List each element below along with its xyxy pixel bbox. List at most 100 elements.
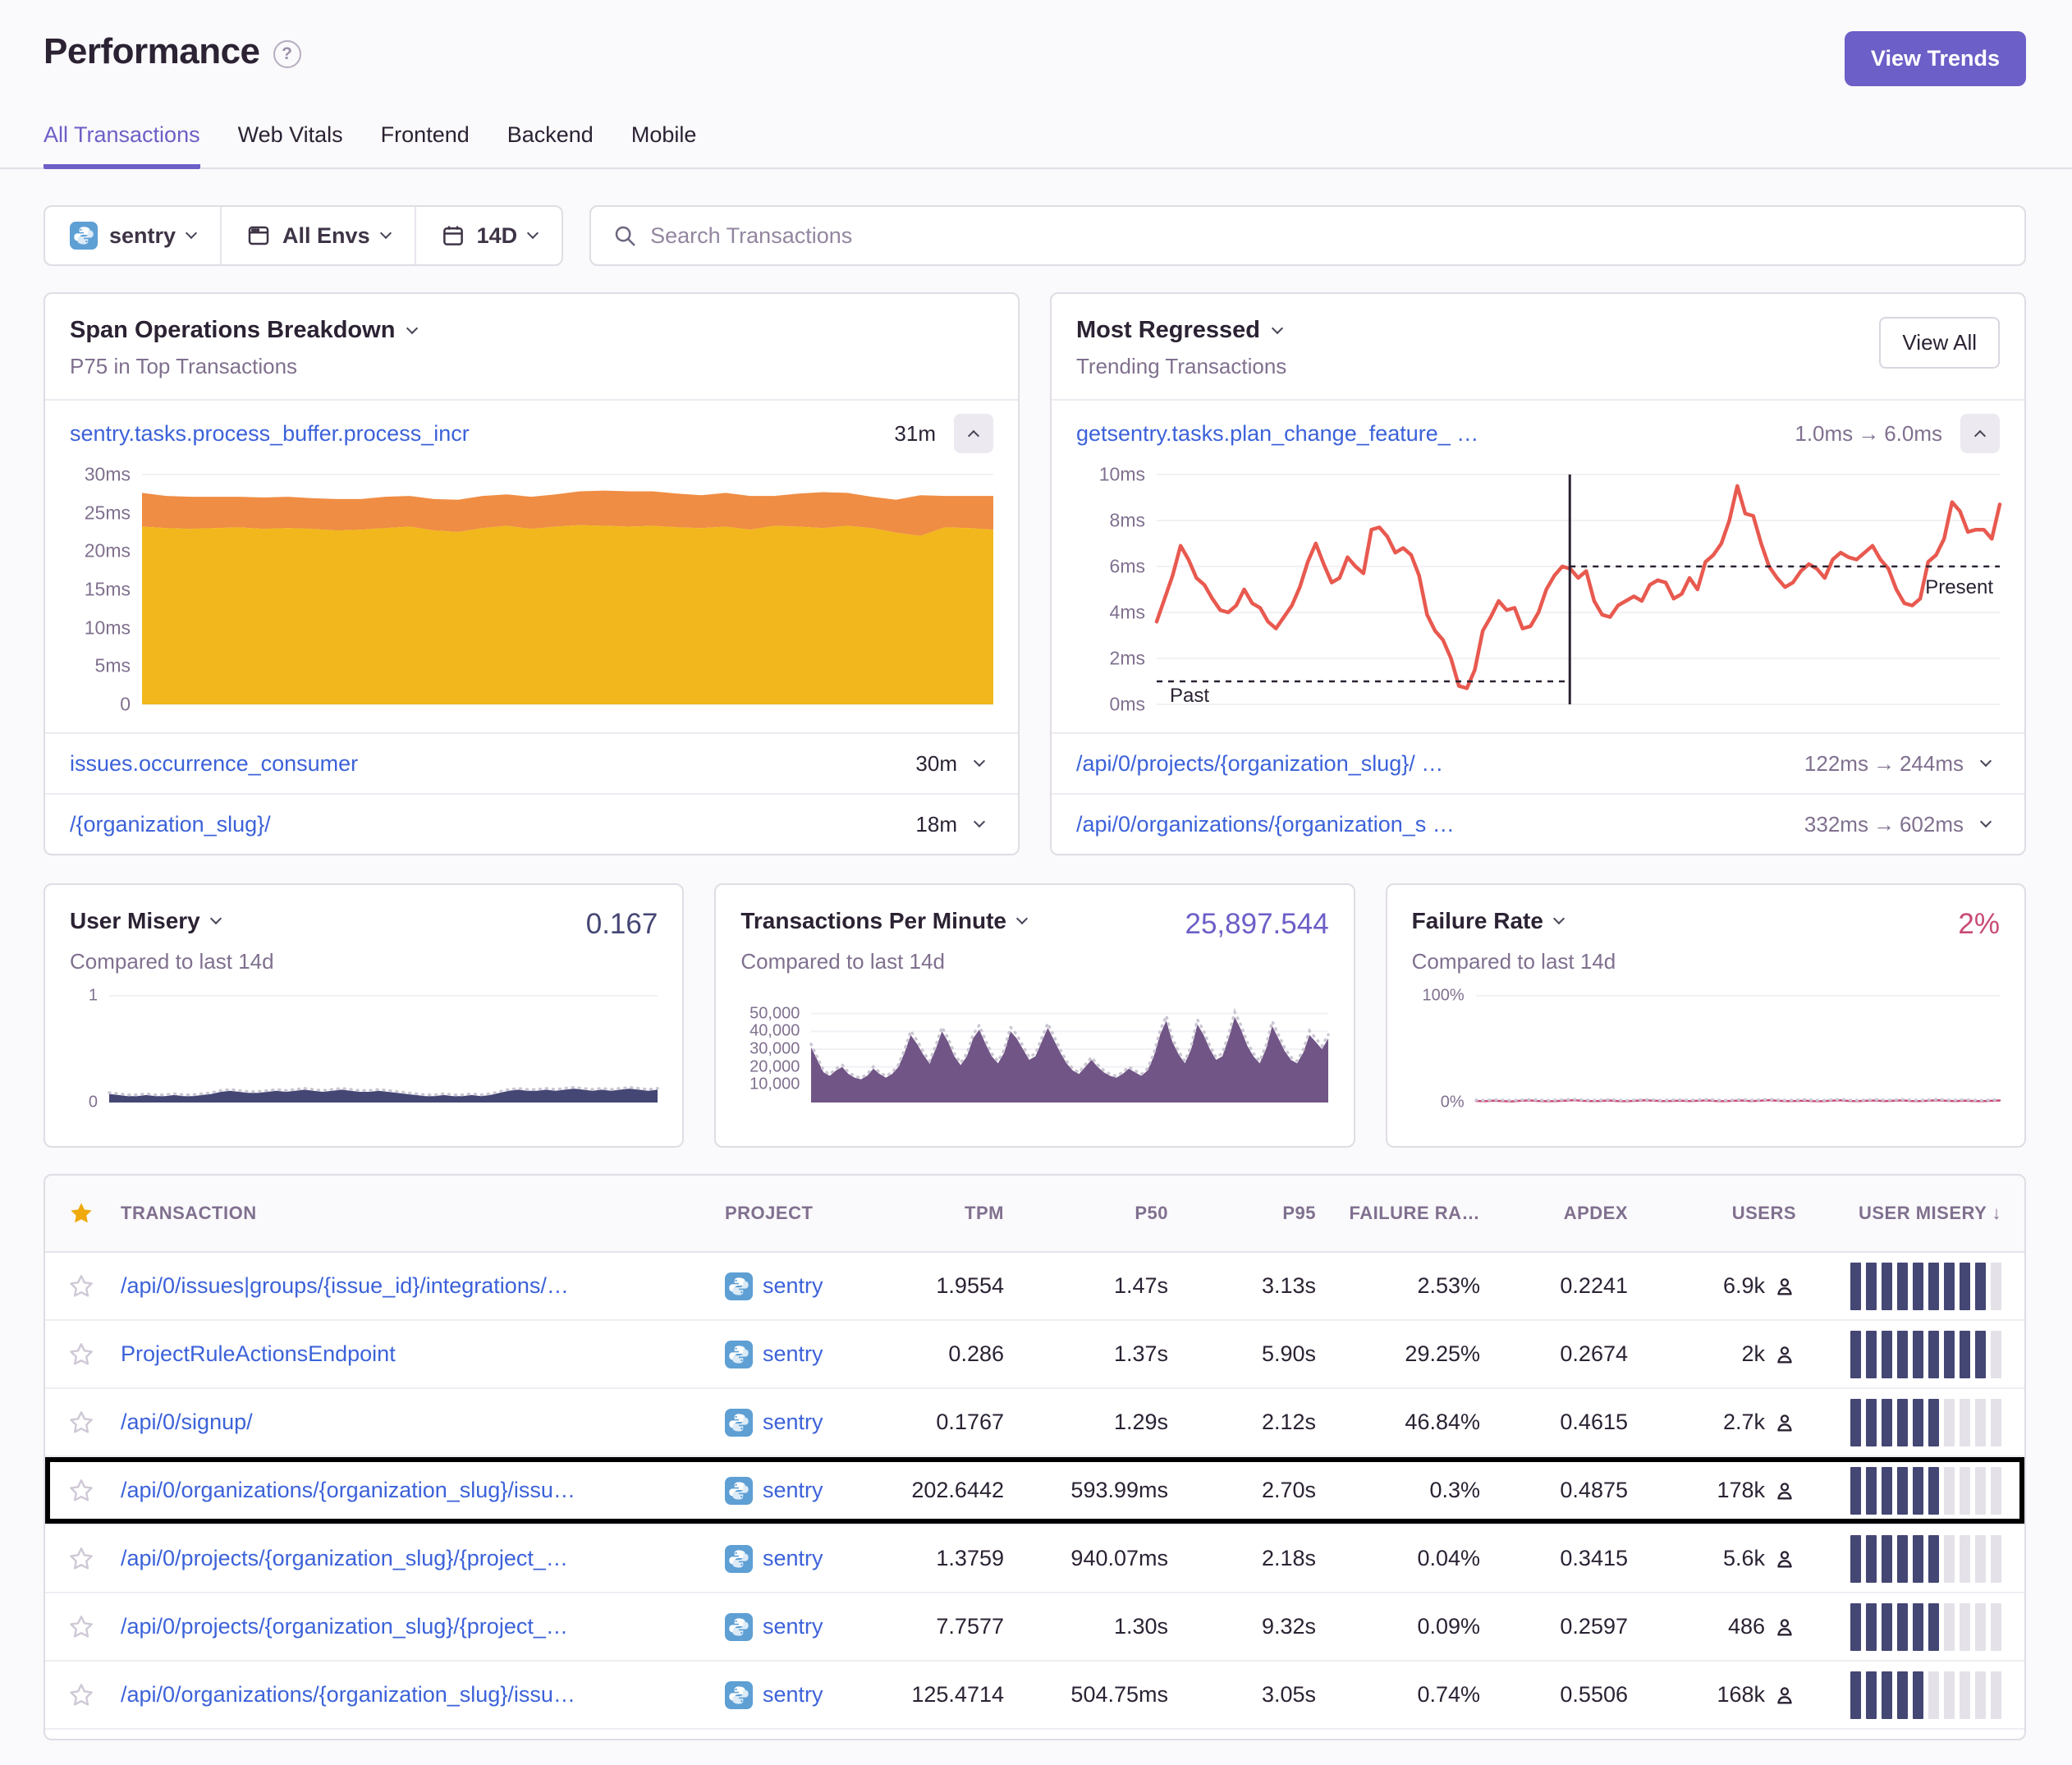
users-count: 2k: [1741, 1341, 1765, 1367]
y-tick: 6ms: [1110, 556, 1145, 578]
transaction-link[interactable]: /api/0/organizations/{organization_slug}…: [121, 1682, 725, 1708]
chevron-down-icon[interactable]: [974, 755, 985, 767]
col-p50[interactable]: P50: [1004, 1203, 1168, 1224]
table-body: /api/0/issues|groups/{issue_id}/integrat…: [45, 1253, 2024, 1740]
user-misery-bars: [1796, 1399, 2001, 1446]
tab-web-vitals[interactable]: Web Vitals: [238, 122, 343, 169]
user-misery-panel: User Misery 0.167 Compared to last 14d 1…: [44, 883, 684, 1148]
tab-mobile[interactable]: Mobile: [631, 122, 697, 169]
col-project[interactable]: PROJECT: [725, 1203, 881, 1224]
p95-value: 2.70s: [1168, 1478, 1316, 1503]
project-link[interactable]: sentry: [763, 1410, 823, 1435]
python-project-icon: [725, 1341, 753, 1368]
project-selector[interactable]: sentry: [45, 207, 220, 264]
python-project-icon: [725, 1545, 753, 1573]
p50-value: 1.37s: [1004, 1341, 1168, 1367]
view-all-button[interactable]: View All: [1879, 317, 2000, 369]
p50-value: 940.07ms: [1004, 1546, 1168, 1571]
table-row[interactable]: /api/0/organizations/{organization_slug}…: [45, 1662, 2024, 1730]
most-regressed-panel: Most Regressed Trending Transactions Vie…: [1050, 292, 2026, 855]
chevron-down-icon: [210, 913, 222, 924]
transaction-link[interactable]: /api/0/organizations/{organization_slug}…: [121, 1478, 725, 1503]
star-icon[interactable]: [68, 1614, 94, 1640]
most-regressed-title-dropdown[interactable]: Most Regressed: [1076, 317, 1286, 344]
col-users[interactable]: USERS: [1628, 1203, 1796, 1224]
apdex-value: 0.4875: [1480, 1478, 1628, 1503]
star-icon[interactable]: [68, 1478, 94, 1504]
help-icon[interactable]: ?: [273, 40, 301, 68]
transaction-link[interactable]: /api/0/issues|groups/{issue_id}/integrat…: [121, 1273, 725, 1299]
collapse-button[interactable]: [954, 414, 993, 453]
project-link[interactable]: sentry: [763, 1614, 823, 1639]
tab-all-transactions[interactable]: All Transactions: [44, 122, 200, 169]
regressed-transaction-link[interactable]: getsentry.tasks.plan_change_feature_ …: [1076, 421, 1780, 447]
project-link[interactable]: sentry: [763, 1478, 823, 1503]
col-tpm[interactable]: TPM: [881, 1203, 1004, 1224]
star-icon[interactable]: [68, 1410, 94, 1436]
panel-subtitle: Trending Transactions: [1076, 354, 1286, 379]
table-row[interactable]: /api/0/signup/ sentry 0.1767 1.29s 2.12s…: [45, 1389, 2024, 1457]
star-icon[interactable]: [68, 1546, 94, 1572]
col-transaction[interactable]: TRANSACTION: [121, 1203, 725, 1224]
span-ops-title-dropdown[interactable]: Span Operations Breakdown: [70, 317, 416, 344]
y-axis-labels: 50,000 40,000 30,000 20,000 10,000: [740, 996, 811, 1103]
star-icon[interactable]: [68, 1273, 94, 1300]
python-project-icon: [70, 222, 98, 250]
table-row[interactable]: ProjectRuleActionsEndpoint sentry 0.286 …: [45, 1321, 2024, 1389]
collapse-button[interactable]: [1960, 414, 2000, 453]
star-column-icon[interactable]: [68, 1200, 94, 1226]
table-row[interactable]: [45, 1730, 2024, 1740]
span-op-row: issues.occurrence_consumer 30m: [45, 732, 1018, 793]
col-failure-rate[interactable]: FAILURE RA…: [1316, 1203, 1480, 1224]
transaction-link[interactable]: ProjectRuleActionsEndpoint: [121, 1341, 725, 1367]
table-row[interactable]: /api/0/issues|groups/{issue_id}/integrat…: [45, 1253, 2024, 1321]
failure-rate-dropdown[interactable]: Failure Rate: [1412, 908, 1563, 934]
table-row[interactable]: /api/0/projects/{organization_slug}/{pro…: [45, 1525, 2024, 1593]
apdex-value: 0.5506: [1480, 1682, 1628, 1708]
span-op-link[interactable]: issues.occurrence_consumer: [70, 751, 901, 777]
transaction-link[interactable]: /api/0/signup/: [121, 1410, 725, 1435]
project-selector-label: sentry: [109, 223, 176, 249]
y-tick: 20,000: [749, 1057, 800, 1076]
regressed-transaction-link[interactable]: /api/0/organizations/{organization_s …: [1076, 812, 1790, 837]
tab-backend[interactable]: Backend: [507, 122, 594, 169]
python-project-icon: [725, 1272, 753, 1300]
failure-rate-value: 2.53%: [1316, 1273, 1480, 1299]
span-op-row: sentry.tasks.process_buffer.process_incr…: [45, 401, 1018, 466]
environment-selector[interactable]: All Envs: [220, 207, 415, 264]
star-icon[interactable]: [68, 1341, 94, 1368]
col-p95[interactable]: P95: [1168, 1203, 1316, 1224]
project-link[interactable]: sentry: [763, 1546, 823, 1571]
chevron-down-icon[interactable]: [1980, 816, 1992, 827]
tab-frontend[interactable]: Frontend: [381, 122, 470, 169]
failure-rate-value: 0.09%: [1316, 1614, 1480, 1639]
chevron-up-icon: [968, 430, 979, 442]
col-user-misery-sorted[interactable]: USER MISERY ↓: [1796, 1203, 2001, 1224]
chevron-down-icon: [380, 227, 392, 239]
tpm-value: 125.4714: [881, 1682, 1004, 1708]
failure-rate-value: 0.3%: [1316, 1478, 1480, 1503]
user-misery-dropdown[interactable]: User Misery: [70, 908, 220, 934]
date-range-selector[interactable]: 14D: [415, 207, 562, 264]
regressed-transaction-link[interactable]: /api/0/projects/{organization_slug}/ …: [1076, 751, 1790, 777]
chevron-down-icon[interactable]: [1980, 755, 1992, 767]
tpm-dropdown[interactable]: Transactions Per Minute: [740, 908, 1026, 934]
star-icon[interactable]: [68, 1682, 94, 1708]
chevron-down-icon[interactable]: [974, 816, 985, 827]
project-link[interactable]: sentry: [763, 1273, 823, 1299]
search-input[interactable]: [650, 223, 2003, 249]
failure-rate-chart: [1476, 996, 2000, 1103]
table-row[interactable]: /api/0/organizations/{organization_slug}…: [45, 1457, 2024, 1525]
view-trends-button[interactable]: View Trends: [1845, 31, 2026, 86]
span-op-link[interactable]: /{organization_slug}/: [70, 812, 901, 837]
transaction-link[interactable]: /api/0/projects/{organization_slug}/{pro…: [121, 1546, 725, 1571]
tpm-value: 1.3759: [881, 1546, 1004, 1571]
failure-rate-value: 29.25%: [1316, 1341, 1480, 1367]
transaction-link[interactable]: /api/0/projects/{organization_slug}/{pro…: [121, 1614, 725, 1639]
project-link[interactable]: sentry: [763, 1682, 823, 1708]
span-op-link[interactable]: sentry.tasks.process_buffer.process_incr: [70, 421, 879, 447]
span-ops-stacked-area-chart: [142, 474, 993, 704]
col-apdex[interactable]: APDEX: [1480, 1203, 1628, 1224]
project-link[interactable]: sentry: [763, 1341, 823, 1367]
table-row[interactable]: /api/0/projects/{organization_slug}/{pro…: [45, 1593, 2024, 1662]
